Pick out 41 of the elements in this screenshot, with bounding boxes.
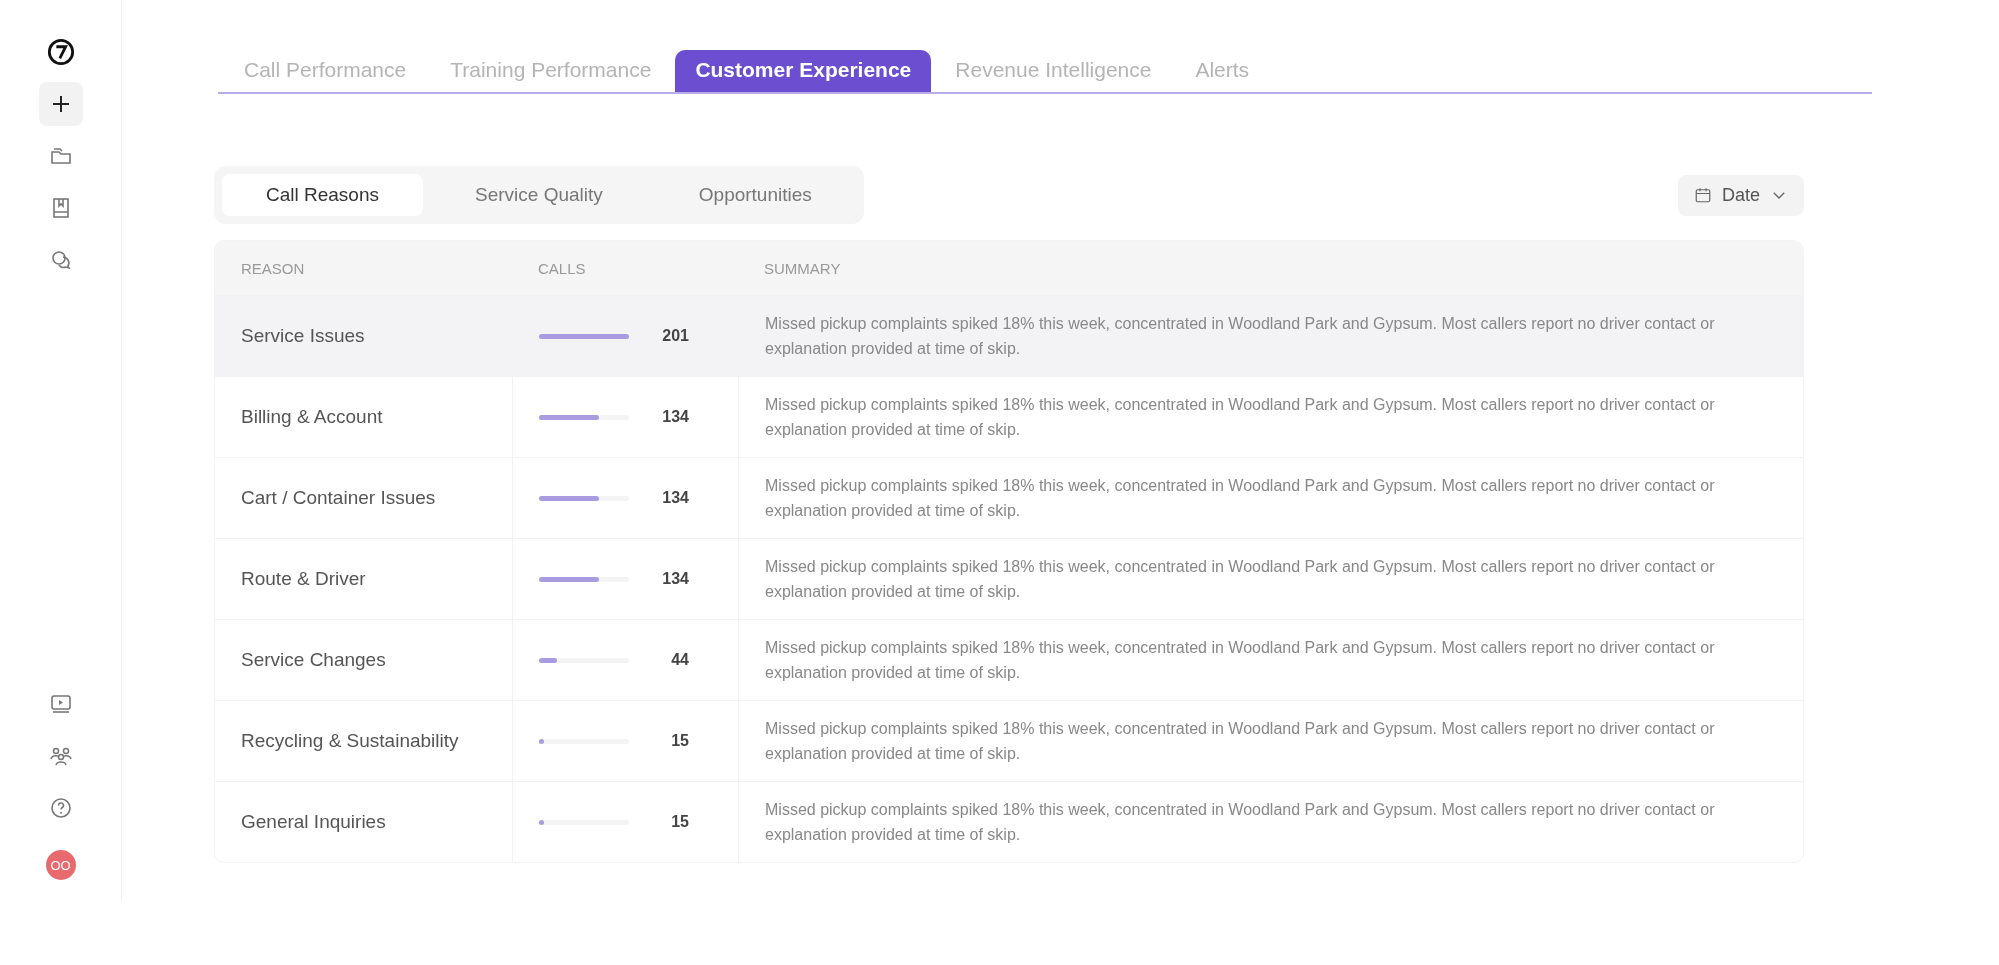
reason-text: Service Issues	[241, 325, 365, 347]
table-row[interactable]: Service Changes 44 Missed pickup complaints spiked 18% this week, concentrated in Woodland Park and Gypsum. Most callers report no driver contact or explanation provided at time of skip.	[215, 619, 1803, 700]
table-row[interactable]: Cart / Container Issues 134 Missed pickup complaints spiked 18% this week, concentrated in Woodland Park and Gypsum. Most callers report no driver contact or explanation provided at time of skip.	[215, 457, 1803, 538]
logo-icon	[46, 38, 75, 66]
reason-text: Cart / Container Issues	[241, 487, 436, 509]
call-count: 201	[661, 327, 689, 345]
table-row[interactable]: General Inquiries 15 Missed pickup complaints spiked 18% this week, concentrated in Woodland Park and Gypsum. Most callers report no driver contact or explanation provided at time of skip.	[215, 781, 1803, 862]
column-header: SUMMARY	[764, 259, 841, 277]
table-row[interactable]: Service Issues 201 Missed pickup complaints spiked 18% this week, concentrated in Woodland Park and Gypsum. Most callers report no driver contact or explanation provided at time of skip.	[215, 295, 1803, 376]
call-count: 15	[670, 813, 689, 831]
call-count: 134	[661, 408, 689, 426]
summary-text: Missed pickup complaints spiked 18% this week, concentrated in Woodland Park and Gypsum. Most callers report no driver contact or explanation provided at time of skip.	[765, 395, 1716, 440]
call-count: 15	[670, 732, 689, 750]
table-row[interactable]: Billing & Account 134 Missed pickup complaints spiked 18% this week, concentrated in Woodland Park and Gypsum. Most callers report no driver contact or explanation provided at time of skip.	[215, 376, 1803, 457]
table-row[interactable]: Route & Driver 134 Missed pickup complaints spiked 18% this week, concentrated in Woodland Park and Gypsum. Most callers report no driver contact or explanation provided at time of skip.	[215, 538, 1803, 619]
video-icon	[48, 692, 73, 716]
summary-text: Missed pickup complaints spiked 18% this week, concentrated in Woodland Park and Gypsum. Most callers report no driver contact or explanation provided at time of skip.	[765, 719, 1716, 764]
call-count: 134	[661, 489, 689, 507]
reason-text: Billing & Account	[241, 406, 383, 428]
segment-tab[interactable]: Opportunities	[654, 174, 856, 216]
sidebar-button[interactable]	[38, 82, 83, 126]
column-header: REASON	[241, 259, 305, 277]
summary-text: Missed pickup complaints spiked 18% this week, concentrated in Woodland Park and Gypsum. Most callers report no driver contact or explanation provided at time of skip.	[765, 800, 1716, 845]
call-count: 134	[661, 570, 689, 588]
help-icon	[48, 796, 73, 820]
calendar-icon	[1693, 186, 1712, 204]
summary-text: Missed pickup complaints spiked 18% this week, concentrated in Woodland Park and Gypsum. Most callers report no driver contact or explanation provided at time of skip.	[765, 557, 1716, 602]
summary-text: Missed pickup complaints spiked 18% this week, concentrated in Woodland Park and Gypsum. Most callers report no driver contact or explanation provided at time of skip.	[765, 314, 1716, 359]
reason-text: Recycling & Sustainability	[241, 730, 459, 752]
column-header: CALLS	[538, 259, 586, 277]
summary-text: Missed pickup complaints spiked 18% this week, concentrated in Woodland Park and Gypsum. Most callers report no driver contact or explanation provided at time of skip.	[765, 638, 1716, 683]
table-row[interactable]: Recycling & Sustainability 15 Missed pickup complaints spiked 18% this week, concentrated in Woodland Park and Gypsum. Most callers report no driver contact or explanation provided at time of skip.	[215, 700, 1803, 781]
tab[interactable]: Customer Experience	[675, 50, 932, 92]
reason-text: Route & Driver	[241, 568, 366, 590]
segment-tab[interactable]: Call Reasons	[222, 174, 423, 216]
summary-text: Missed pickup complaints spiked 18% this week, concentrated in Woodland Park and Gypsum. Most callers report no driver contact or explanation provided at time of skip.	[765, 476, 1716, 521]
reason-text: Service Changes	[241, 649, 386, 671]
segment-tab[interactable]: Service Quality	[431, 174, 647, 216]
reason-text: General Inquiries	[241, 811, 386, 833]
call-count: 44	[670, 651, 689, 669]
date-dropdown[interactable]: Date	[1677, 174, 1804, 216]
